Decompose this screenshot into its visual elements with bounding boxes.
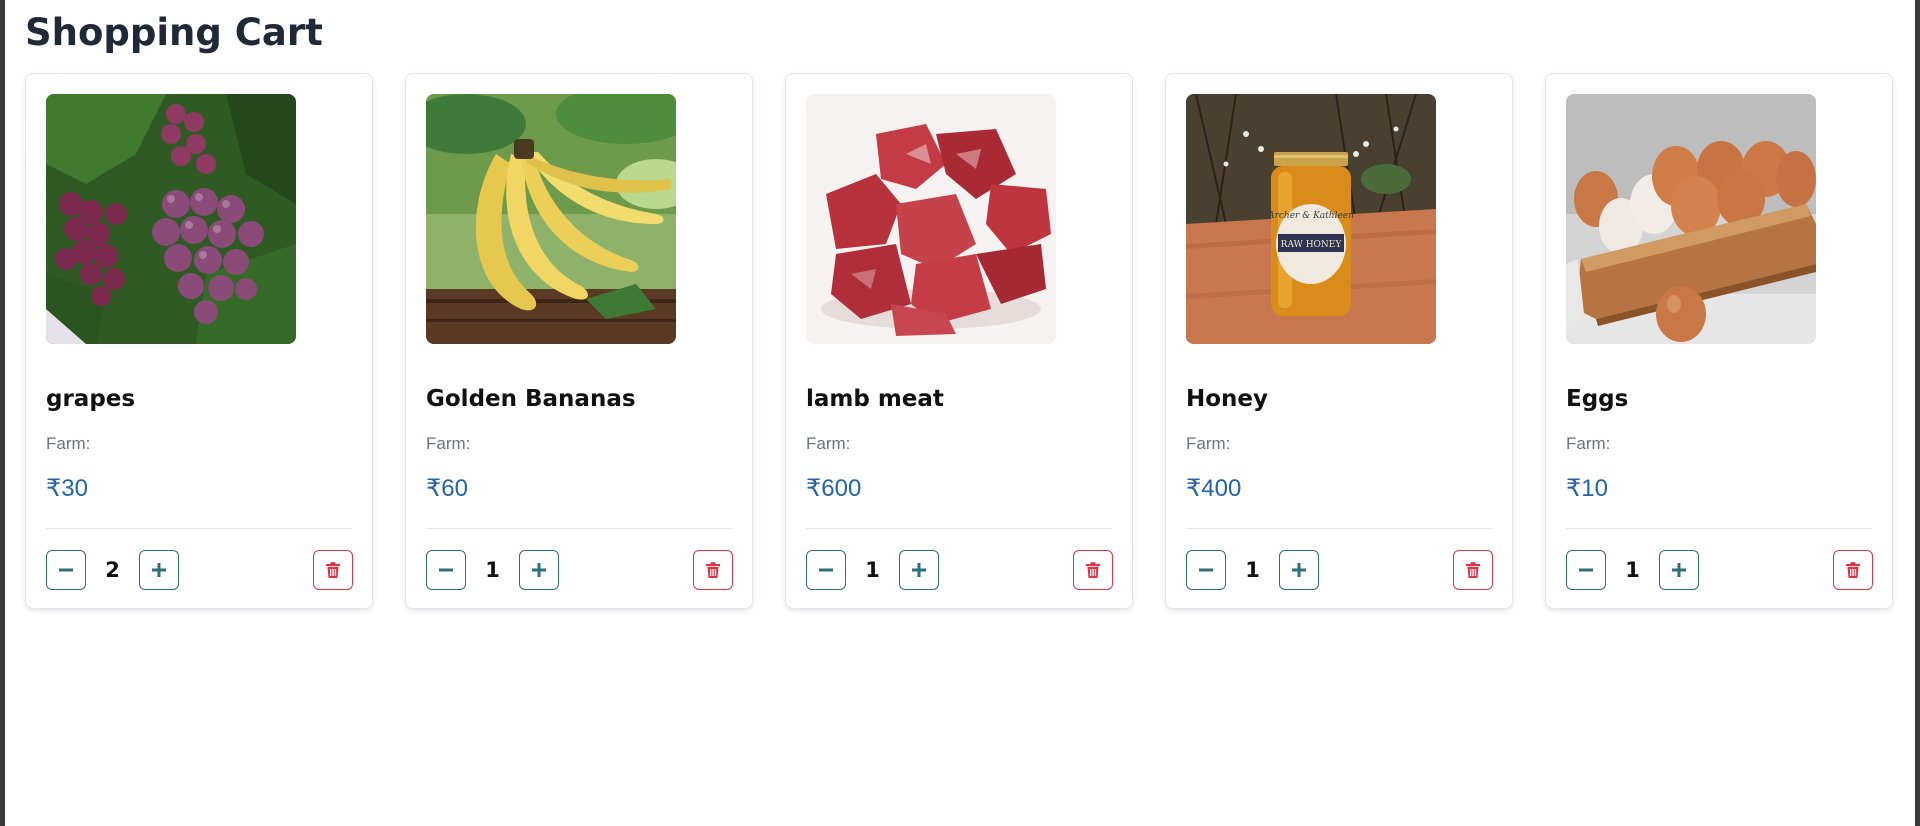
honey-jar-band: RAW HONEY	[1281, 240, 1343, 250]
minus-icon	[1199, 568, 1213, 572]
quantity-stepper: 1	[1566, 550, 1699, 590]
farm-label: Farm:	[1186, 434, 1231, 453]
cart-item-card: grapes Farm: ₹30 2	[25, 73, 373, 609]
trash-icon	[326, 562, 340, 578]
remove-item-button[interactable]	[1833, 550, 1873, 590]
window-right-border	[1915, 0, 1920, 826]
increment-button[interactable]	[519, 550, 559, 590]
quantity-value: 1	[865, 558, 880, 582]
product-name: Golden Bananas	[426, 386, 636, 412]
plus-icon	[532, 563, 546, 577]
product-image-lamb-meat	[806, 94, 1056, 344]
farm-label: Farm:	[1566, 434, 1611, 453]
plus-icon	[1292, 563, 1306, 577]
product-name: lamb meat	[806, 386, 944, 412]
card-divider	[1186, 528, 1492, 529]
quantity-value: 1	[1245, 558, 1260, 582]
decrement-button[interactable]	[426, 550, 466, 590]
honey-jar-brand: Archer & Kathleen	[1267, 211, 1354, 221]
remove-item-button[interactable]	[313, 550, 353, 590]
product-name: Honey	[1186, 386, 1269, 412]
plus-icon	[1672, 563, 1686, 577]
farm-label: Farm:	[46, 434, 91, 453]
increment-button[interactable]	[899, 550, 939, 590]
minus-icon	[1579, 568, 1593, 572]
product-price: ₹600	[806, 475, 862, 502]
quantity-stepper: 1	[426, 550, 559, 590]
trash-icon	[706, 562, 720, 578]
product-name: grapes	[46, 386, 136, 412]
product-name: Eggs	[1566, 386, 1629, 412]
plus-icon	[152, 563, 166, 577]
cart-items: grapes Farm: ₹30 2 Golden Bananas Farm: …	[25, 73, 1893, 609]
window-left-border	[0, 0, 5, 826]
decrement-button[interactable]	[46, 550, 86, 590]
decrement-button[interactable]	[806, 550, 846, 590]
decrement-button[interactable]	[1566, 550, 1606, 590]
cart-item-card: Golden Bananas Farm: ₹60 1	[405, 73, 753, 609]
cart-item-card: Eggs Farm: ₹10 1	[1545, 73, 1893, 609]
trash-icon	[1466, 562, 1480, 578]
product-image-eggs	[1566, 94, 1816, 344]
remove-item-button[interactable]	[693, 550, 733, 590]
product-price: ₹400	[1186, 475, 1242, 502]
trash-icon	[1086, 562, 1100, 578]
increment-button[interactable]	[139, 550, 179, 590]
product-price: ₹10	[1566, 475, 1608, 502]
remove-item-button[interactable]	[1073, 550, 1113, 590]
minus-icon	[439, 568, 453, 572]
minus-icon	[819, 568, 833, 572]
page-title: Shopping Cart	[25, 11, 323, 54]
card-divider	[1566, 528, 1872, 529]
decrement-button[interactable]	[1186, 550, 1226, 590]
card-divider	[426, 528, 732, 529]
cart-item-card: Archer & Kathleen RAW HONEY Honey Farm: …	[1165, 73, 1513, 609]
quantity-value: 1	[1625, 558, 1640, 582]
trash-icon	[1846, 562, 1860, 578]
card-divider	[806, 528, 1112, 529]
quantity-stepper: 2	[46, 550, 179, 590]
increment-button[interactable]	[1659, 550, 1699, 590]
quantity-value: 2	[105, 558, 120, 582]
product-image-grapes	[46, 94, 296, 344]
product-image-honey: Archer & Kathleen RAW HONEY	[1186, 94, 1436, 344]
increment-button[interactable]	[1279, 550, 1319, 590]
minus-icon	[59, 568, 73, 572]
remove-item-button[interactable]	[1453, 550, 1493, 590]
cart-item-card: lamb meat Farm: ₹600 1	[785, 73, 1133, 609]
farm-label: Farm:	[426, 434, 471, 453]
product-price: ₹60	[426, 475, 468, 502]
quantity-stepper: 1	[806, 550, 939, 590]
product-image-bananas	[426, 94, 676, 344]
quantity-stepper: 1	[1186, 550, 1319, 590]
quantity-value: 1	[485, 558, 500, 582]
plus-icon	[912, 563, 926, 577]
farm-label: Farm:	[806, 434, 851, 453]
product-price: ₹30	[46, 475, 88, 502]
card-divider	[46, 528, 352, 529]
